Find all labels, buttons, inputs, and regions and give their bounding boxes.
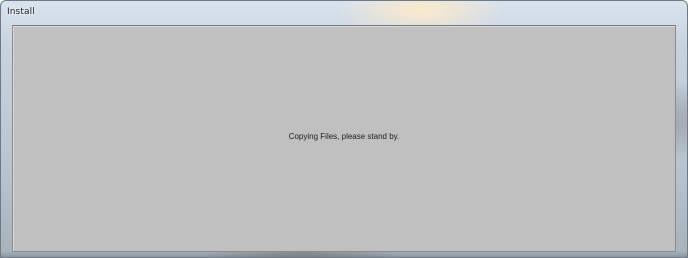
- window-bottom-border: [1, 251, 687, 257]
- status-message: Copying Files, please stand by.: [288, 132, 400, 141]
- window-title: Install: [7, 7, 35, 17]
- title-bar[interactable]: Install: [1, 1, 687, 25]
- install-window: Install Copying Files, please stand by.: [0, 0, 688, 258]
- install-progress-panel: Copying Files, please stand by.: [12, 25, 676, 252]
